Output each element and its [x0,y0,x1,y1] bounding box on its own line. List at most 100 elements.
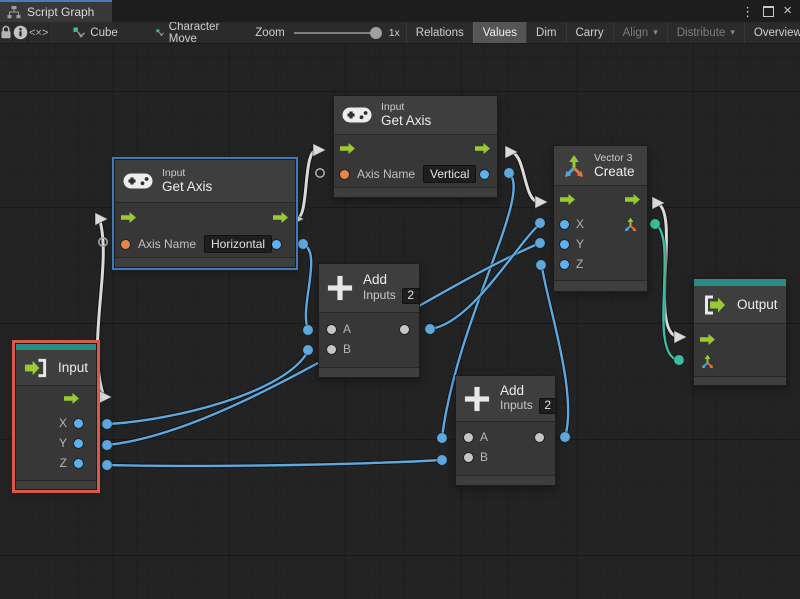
unconnected-port-ring[interactable] [316,169,324,177]
ctrl-input-to-get-axis-horizontal-endpoint[interactable] [99,391,112,404]
axis-name-input[interactable]: Vertical [423,165,476,183]
port-dot-axis-name[interactable] [340,170,349,179]
dropdown-distribute[interactable]: Distribute ▾ [667,22,744,43]
port-dot-z[interactable] [560,260,569,269]
port-row-b[interactable]: B [456,447,555,467]
graph-canvas[interactable]: Input X Y Z [0,44,800,599]
graph-button-character-move[interactable]: Character Move [150,22,230,43]
node-input[interactable]: Input X Y Z [15,343,97,490]
port-dot-x[interactable] [560,220,569,229]
node-header[interactable]: Add Inputs 2 [319,264,419,313]
value-add1-to-create-x-endpoint[interactable] [535,218,545,228]
flow-out-arrow-icon[interactable] [273,212,289,223]
port-row-y[interactable]: Y [16,433,96,453]
node-header[interactable]: Input Get Axis [334,96,497,135]
node-header[interactable]: Add Inputs 2 [456,376,555,422]
value-input-x-to-add1-b-endpoint[interactable] [303,345,313,355]
value-input-y-to-create-y-endpoint[interactable] [535,238,545,248]
value-create-to-output-vector-endpoint[interactable] [650,219,660,229]
port-dot-sum[interactable] [400,325,409,334]
flow-in-arrow-icon[interactable] [560,194,576,205]
param-label: Axis Name [138,237,196,251]
vector3-input-port-icon[interactable] [700,354,715,369]
value-input-z-to-add2-b-endpoint[interactable] [102,460,112,470]
node-header[interactable]: Vector 3 Create [554,146,647,186]
value-horizontal-to-add1-a-endpoint[interactable] [303,325,313,335]
port-dot-a[interactable] [464,433,473,442]
value-add1-to-create-x-endpoint[interactable] [425,324,435,334]
port-row-x[interactable]: X [554,214,647,234]
flow-arrow-icon[interactable] [64,393,80,404]
node-add-2[interactable]: Add Inputs 2 A B [455,375,556,486]
toggle-dim[interactable]: Dim [526,22,565,43]
port-dot-sum[interactable] [535,433,544,442]
node-get-axis-horizontal[interactable]: Input Get Axis Axis Name Horizontal [114,159,296,268]
graph-button-cube[interactable]: Cube [67,22,124,43]
ctrl-get-axis-horizontal-to-vertical-endpoint[interactable] [313,144,326,157]
ctrl-get-axis-horizontal-to-vertical[interactable] [296,150,317,219]
info-button[interactable] [13,22,29,43]
node-output[interactable]: Output [693,278,787,386]
port-dot-z[interactable] [74,459,83,468]
port-dot-y[interactable] [560,240,569,249]
flow-out-arrow-icon[interactable] [625,194,641,205]
port-dot-result[interactable] [272,240,281,249]
ctrl-create-to-output-endpoint[interactable] [674,331,687,344]
port-row-y[interactable]: Y [554,234,647,254]
menu-icon[interactable]: ⋮ [741,5,754,18]
lock-button[interactable] [0,22,13,43]
port-row-b[interactable]: B [319,339,419,359]
flow-in-arrow-icon[interactable] [121,212,137,223]
vector-in-row[interactable] [694,350,786,372]
value-input-y-to-create-y-endpoint[interactable] [102,440,112,450]
value-add2-to-create-z-endpoint[interactable] [560,432,570,442]
port-row-a[interactable]: A [456,427,555,447]
port-row-x[interactable]: X [16,413,96,433]
maximize-icon[interactable] [763,6,774,17]
tab-script-graph[interactable]: Script Graph [0,0,112,22]
info-icon [13,25,28,40]
port-dot-b[interactable] [464,453,473,462]
inputs-count-input[interactable]: 2 [539,398,557,414]
value-vertical-to-add2-a-endpoint[interactable] [437,433,447,443]
port-dot-x[interactable] [74,419,83,428]
flow-in-arrow-icon[interactable] [340,143,356,154]
value-horizontal-to-add1-a-endpoint[interactable] [298,239,308,249]
toggle-relations[interactable]: Relations [406,22,473,43]
zoom-slider[interactable] [294,32,380,34]
node-add-1[interactable]: Add Inputs 2 A B [318,263,420,378]
value-create-to-output-vector-endpoint[interactable] [674,355,684,365]
toggle-overview[interactable]: Overview [744,22,800,43]
input-unit-icon [24,357,49,379]
port-dot-result[interactable] [480,170,489,179]
axis-name-input[interactable]: Horizontal [204,235,272,253]
port-dot-a[interactable] [327,325,336,334]
value-input-z-to-add2-b-endpoint[interactable] [437,455,447,465]
node-header[interactable]: Output [694,286,786,324]
value-input-x-to-add1-b[interactable] [107,351,308,424]
toggle-carry[interactable]: Carry [566,22,613,43]
zoom-slider-knob[interactable] [370,27,382,39]
value-input-x-to-add1-b-endpoint[interactable] [102,419,112,429]
flow-out-arrow-icon[interactable] [475,143,491,154]
port-dot-y[interactable] [74,439,83,448]
value-add2-to-create-z-endpoint[interactable] [536,260,546,270]
dropdown-align[interactable]: Align ▾ [613,22,667,43]
ctrl-get-axis-vertical-to-create-endpoint[interactable] [535,196,548,209]
node-header[interactable]: Input [16,350,96,386]
close-icon[interactable]: × [783,3,792,18]
flow-in-arrow-icon[interactable] [700,334,716,345]
port-dot-b[interactable] [327,345,336,354]
port-row-z[interactable]: Z [16,453,96,473]
node-get-axis-vertical[interactable]: Input Get Axis Axis Name Vertical [333,95,498,198]
inputs-count-input[interactable]: 2 [402,288,420,304]
value-vertical-to-add2-a-endpoint[interactable] [504,168,514,178]
vector3-output-port-icon[interactable] [623,217,638,232]
node-vector3-create[interactable]: Vector 3 Create X [553,145,648,292]
port-row-z[interactable]: Z [554,254,647,274]
port-row-a[interactable]: A [319,319,419,339]
toggle-values[interactable]: Values [473,22,526,43]
code-view-button[interactable]: <×> [29,22,49,43]
port-dot-axis-name[interactable] [121,240,130,249]
node-header[interactable]: Input Get Axis [115,160,295,203]
